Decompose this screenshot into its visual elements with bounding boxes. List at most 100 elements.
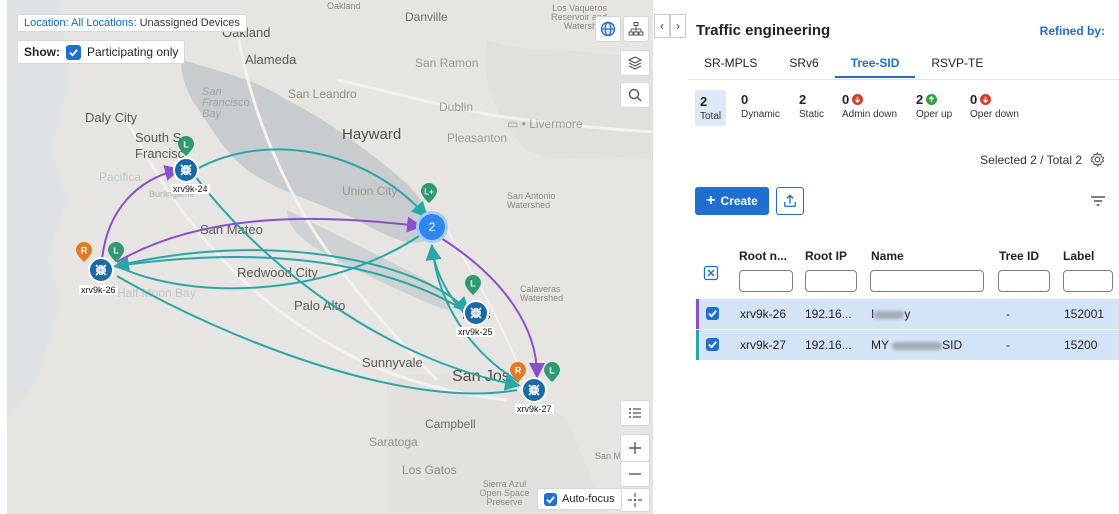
auto-focus-checkbox[interactable] — [544, 492, 557, 506]
svg-text:R: R — [515, 366, 522, 376]
zoom-in-button[interactable] — [620, 434, 650, 462]
router-node-xrv9k-27[interactable] — [521, 377, 547, 403]
svg-text:L+: L+ — [424, 188, 434, 197]
filter-label-input[interactable] — [1063, 270, 1113, 292]
router-icon — [470, 307, 482, 319]
router-node-xrv9k-26[interactable] — [88, 257, 114, 283]
stat-total[interactable]: 2 Total — [695, 90, 727, 126]
stat-label: Oper down — [970, 109, 1019, 120]
stat-label: Dynamic — [741, 109, 780, 120]
router-node-xrv9k-25[interactable] — [463, 300, 489, 326]
auto-focus-toggle[interactable]: Auto-focus — [537, 488, 622, 510]
location-all-link[interactable]: All Locations — [71, 17, 133, 29]
filter-root-ip-input[interactable] — [805, 270, 857, 292]
svg-text:L: L — [549, 366, 555, 376]
col-header-label[interactable]: Label — [1063, 249, 1094, 263]
traffic-engineering-panel: Traffic engineering Refined by: SR-MPLS … — [688, 0, 1119, 514]
table-row[interactable]: xrv9k-26 192.16... Iy - 152001 — [696, 299, 1119, 329]
tab-srv6[interactable]: SRv6 — [773, 52, 834, 78]
filter-icon[interactable] — [1091, 195, 1105, 207]
router-icon — [180, 164, 192, 176]
pin-r-icon[interactable]: R — [76, 242, 92, 262]
row-checkbox[interactable] — [706, 307, 719, 320]
link-purple[interactable] — [440, 237, 545, 379]
filter-name-input[interactable] — [870, 270, 984, 292]
stat-value: 0 — [970, 92, 978, 107]
stat-oper-up[interactable]: 2 Oper up — [916, 92, 952, 120]
legend-button[interactable] — [620, 400, 650, 426]
layers-button[interactable] — [620, 50, 650, 76]
location-breadcrumb[interactable]: Location: All Locations: Unassigned Devi… — [17, 14, 247, 32]
router-node-xrv9k-24[interactable] — [173, 157, 199, 183]
collapse-left-button[interactable]: ‹ — [654, 14, 670, 38]
node-cluster[interactable]: 2 — [416, 211, 448, 243]
pin-l-icon[interactable]: L — [465, 275, 481, 295]
plus-icon: + — [706, 192, 716, 209]
svg-text:L: L — [113, 246, 119, 256]
filter-root-name-input[interactable] — [739, 270, 793, 292]
col-header-tree-id[interactable]: Tree ID — [999, 249, 1039, 263]
search-icon — [628, 88, 642, 102]
stat-dynamic[interactable]: 0 Dynamic — [741, 92, 780, 120]
router-label: xrv9k-27 — [515, 404, 554, 414]
recenter-button[interactable] — [620, 488, 650, 512]
col-header-name[interactable]: Name — [871, 249, 904, 263]
stat-value: 0 — [842, 92, 850, 107]
chevron-left-icon: ‹ — [660, 19, 664, 33]
svg-text:L: L — [470, 279, 476, 289]
collapse-right-button[interactable]: › — [670, 14, 686, 38]
globe-view-button[interactable] — [595, 16, 621, 42]
arrow-up-icon — [926, 94, 938, 105]
location-prefix: Location: — [24, 17, 69, 29]
check-icon — [708, 310, 717, 318]
topology-map[interactable]: Oakland Danville Los Vaqueros Reservoir … — [7, 0, 653, 514]
show-label: Show: — [24, 45, 60, 59]
router-label: xrv9k-25 — [456, 327, 495, 337]
location-suffix: : Unassigned Devices — [133, 17, 240, 29]
cell-tree-id: - — [1006, 338, 1010, 352]
clear-filters-icon[interactable] — [703, 265, 719, 281]
export-button[interactable] — [776, 187, 804, 215]
link-teal[interactable] — [194, 148, 428, 218]
cell-root-name: xrv9k-26 — [740, 307, 787, 321]
stat-label: Static — [799, 109, 825, 120]
row-checkbox[interactable] — [706, 338, 719, 351]
cell-tree-id: - — [1006, 307, 1010, 321]
pin-r-icon[interactable]: R — [510, 362, 526, 382]
col-header-root-ip[interactable]: Root IP — [805, 249, 847, 263]
stat-oper-down[interactable]: 0 Oper down — [970, 92, 1019, 120]
map-search-button[interactable] — [620, 82, 650, 108]
pin-l-icon[interactable]: L — [108, 242, 124, 262]
tab-tree-sid[interactable]: Tree-SID — [834, 52, 916, 78]
list-icon — [629, 408, 641, 418]
chevron-right-icon: › — [676, 19, 680, 33]
row-color-bar — [696, 330, 699, 360]
svg-text:R: R — [81, 246, 88, 256]
participating-only-checkbox[interactable] — [66, 44, 81, 60]
pin-l-plus-icon[interactable]: L+ — [421, 183, 437, 203]
tab-rsvp-te[interactable]: RSVP-TE — [915, 52, 999, 78]
col-header-root-name[interactable]: Root n... — [739, 249, 787, 263]
pin-l-icon[interactable]: L — [178, 136, 194, 156]
redacted-text — [874, 310, 905, 319]
stat-static[interactable]: 2 Static — [799, 92, 824, 120]
zoom-out-button[interactable] — [620, 461, 650, 487]
topology-view-button[interactable] — [623, 16, 649, 42]
gear-icon[interactable] — [1090, 152, 1105, 167]
filter-tree-id-input[interactable] — [998, 270, 1050, 292]
router-label: xrv9k-26 — [79, 285, 118, 295]
panel-title: Traffic engineering — [696, 22, 831, 39]
redacted-text — [892, 341, 943, 350]
refined-by-link[interactable]: Refined by: — [1040, 24, 1105, 38]
cell-root-name: xrv9k-27 — [740, 338, 787, 352]
create-button[interactable]: + Create — [695, 187, 769, 215]
stat-admin-down[interactable]: 0 Admin down — [842, 92, 897, 120]
table-row[interactable]: xrv9k-27 192.16... MY SID - 15200 — [696, 330, 1119, 360]
cell-name: MY SID — [871, 338, 963, 352]
pin-l-icon[interactable]: L — [544, 362, 560, 382]
upload-icon — [784, 194, 796, 207]
selection-summary: Selected 2 / Total 2 — [980, 152, 1105, 167]
cell-label: 15200 — [1064, 338, 1098, 352]
svg-text:L: L — [183, 140, 189, 150]
tab-sr-mpls[interactable]: SR-MPLS — [688, 52, 773, 78]
